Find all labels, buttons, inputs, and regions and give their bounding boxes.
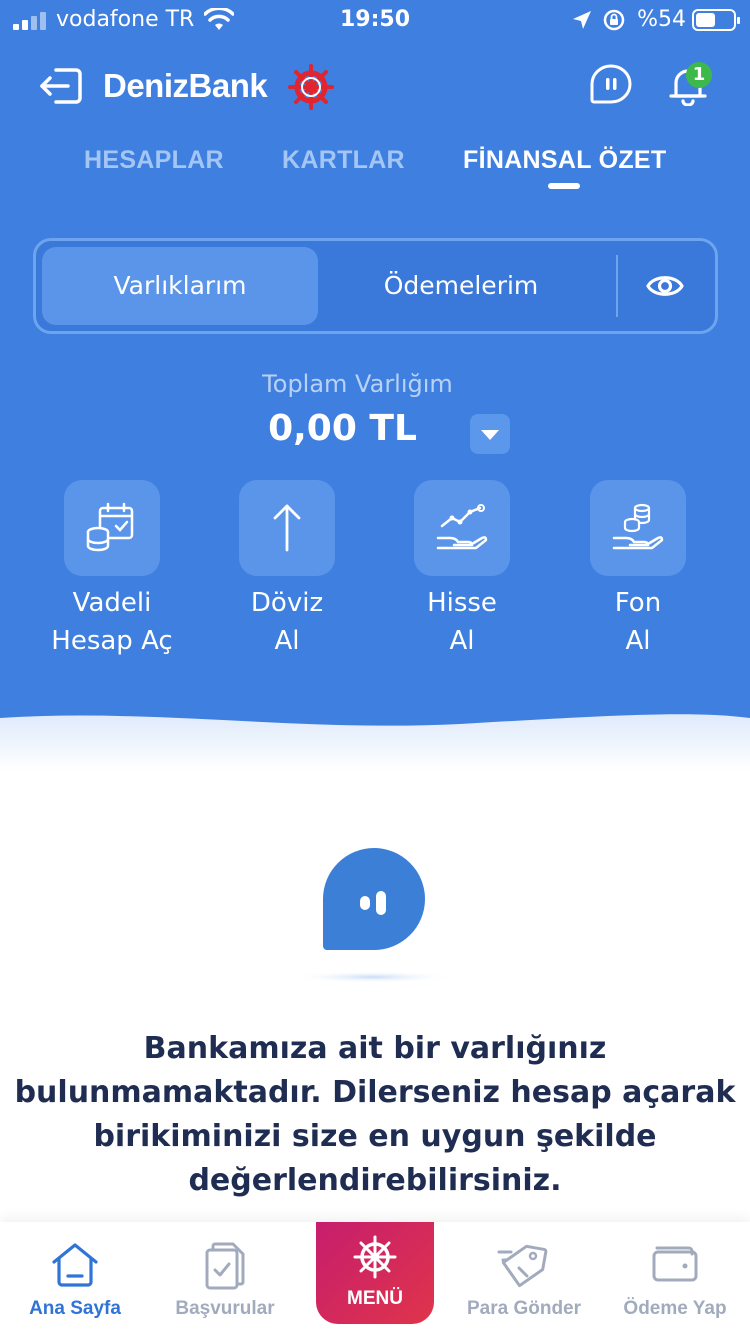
notification-badge: 1 bbox=[686, 62, 712, 88]
eye-icon[interactable] bbox=[646, 271, 684, 301]
action-label: Vadeli bbox=[72, 588, 152, 618]
ship-wheel-logo-icon bbox=[288, 64, 334, 110]
status-bar: vodafone TR 19:50 %54 bbox=[0, 0, 750, 42]
empty-state-message: Bankamıza ait bir varlığınız bulunmamakt… bbox=[0, 1027, 750, 1203]
nav-home-label: Ana Sayfa bbox=[29, 1298, 121, 1319]
chat-bubble-illustration-icon bbox=[291, 848, 455, 983]
arrow-up-icon bbox=[239, 480, 335, 576]
documents-check-icon bbox=[205, 1242, 245, 1290]
bottom-navigation: Ana Sayfa Başvurular MENÜ Para Gönder Öd… bbox=[0, 1222, 750, 1334]
action-label: Hisse bbox=[427, 588, 497, 618]
menu-button[interactable]: MENÜ bbox=[316, 1222, 434, 1324]
wallet-icon bbox=[652, 1246, 698, 1282]
battery-icon bbox=[692, 9, 740, 31]
segment-divider bbox=[616, 255, 618, 317]
home-icon bbox=[52, 1243, 98, 1287]
location-arrow-icon bbox=[573, 11, 591, 29]
empty-state-line: bulunmamaktadır. Dilerseniz hesap açarak bbox=[14, 1075, 736, 1110]
nav-applications[interactable]: Başvurular bbox=[150, 1222, 300, 1334]
nav-send-money-label: Para Gönder bbox=[466, 1298, 582, 1319]
top-tabs: HESAPLAR KARTLAR FİNANSAL ÖZET bbox=[0, 146, 750, 196]
nav-applications-label: Başvurular bbox=[175, 1298, 275, 1319]
tab-hesaplar[interactable]: HESAPLAR bbox=[84, 146, 224, 175]
action-label: Al bbox=[449, 626, 475, 656]
nav-send-money[interactable]: Para Gönder bbox=[449, 1222, 599, 1334]
menu-label: MENÜ bbox=[347, 1288, 403, 1309]
action-label: Döviz bbox=[250, 588, 324, 618]
action-buy-stock[interactable]: Hisse Al bbox=[392, 480, 532, 660]
logout-icon[interactable] bbox=[38, 66, 84, 106]
brand-logo: DenizBank bbox=[103, 67, 268, 104]
action-label: Fon bbox=[614, 588, 662, 618]
tab-kartlar[interactable]: KARTLAR bbox=[282, 146, 405, 175]
coins-hand-icon bbox=[590, 480, 686, 576]
currency-dropdown-button[interactable] bbox=[470, 414, 510, 454]
nav-home[interactable]: Ana Sayfa bbox=[0, 1222, 150, 1334]
hero-panel: vodafone TR 19:50 %54 DenizBank 1 HESAPL… bbox=[0, 0, 750, 772]
wave-divider bbox=[0, 714, 750, 772]
tab-finansal-ozet[interactable]: FİNANSAL ÖZET bbox=[463, 146, 666, 175]
battery-level bbox=[696, 13, 715, 27]
action-label: Al bbox=[625, 626, 651, 656]
action-label: Al bbox=[274, 626, 300, 656]
segment-assets-button[interactable]: Varlıklarım bbox=[42, 247, 318, 325]
chat-bubble-icon[interactable] bbox=[590, 64, 632, 104]
send-tag-icon bbox=[497, 1244, 548, 1288]
action-buy-currency[interactable]: Döviz Al bbox=[217, 480, 357, 660]
active-tab-indicator bbox=[548, 183, 580, 189]
nav-pay[interactable]: Ödeme Yap bbox=[600, 1222, 750, 1334]
action-time-deposit[interactable]: Vadeli Hesap Aç bbox=[42, 480, 182, 660]
total-assets-value: 0,00 TL bbox=[268, 408, 417, 449]
empty-state-line: değerlendirebilirsiniz. bbox=[188, 1163, 562, 1198]
total-assets-label: Toplam Varlığım bbox=[262, 370, 453, 398]
segmented-control: Varlıklarım Ödemelerim bbox=[33, 238, 718, 334]
empty-state-line: birikiminizi size en uygun şekilde bbox=[93, 1119, 657, 1154]
action-buy-fund[interactable]: Fon Al bbox=[568, 480, 708, 660]
battery-percent: %54 bbox=[637, 7, 686, 32]
rotation-lock-icon bbox=[603, 9, 625, 31]
ship-wheel-icon bbox=[353, 1235, 397, 1279]
calendar-coins-icon bbox=[64, 480, 160, 576]
action-label: Hesap Aç bbox=[51, 626, 173, 656]
nav-pay-label: Ödeme Yap bbox=[623, 1298, 727, 1319]
stock-hand-icon bbox=[414, 480, 510, 576]
segment-payments-button[interactable]: Ödemelerim bbox=[326, 247, 596, 325]
empty-state-line: Bankamıza ait bir varlığınız bbox=[143, 1031, 607, 1066]
